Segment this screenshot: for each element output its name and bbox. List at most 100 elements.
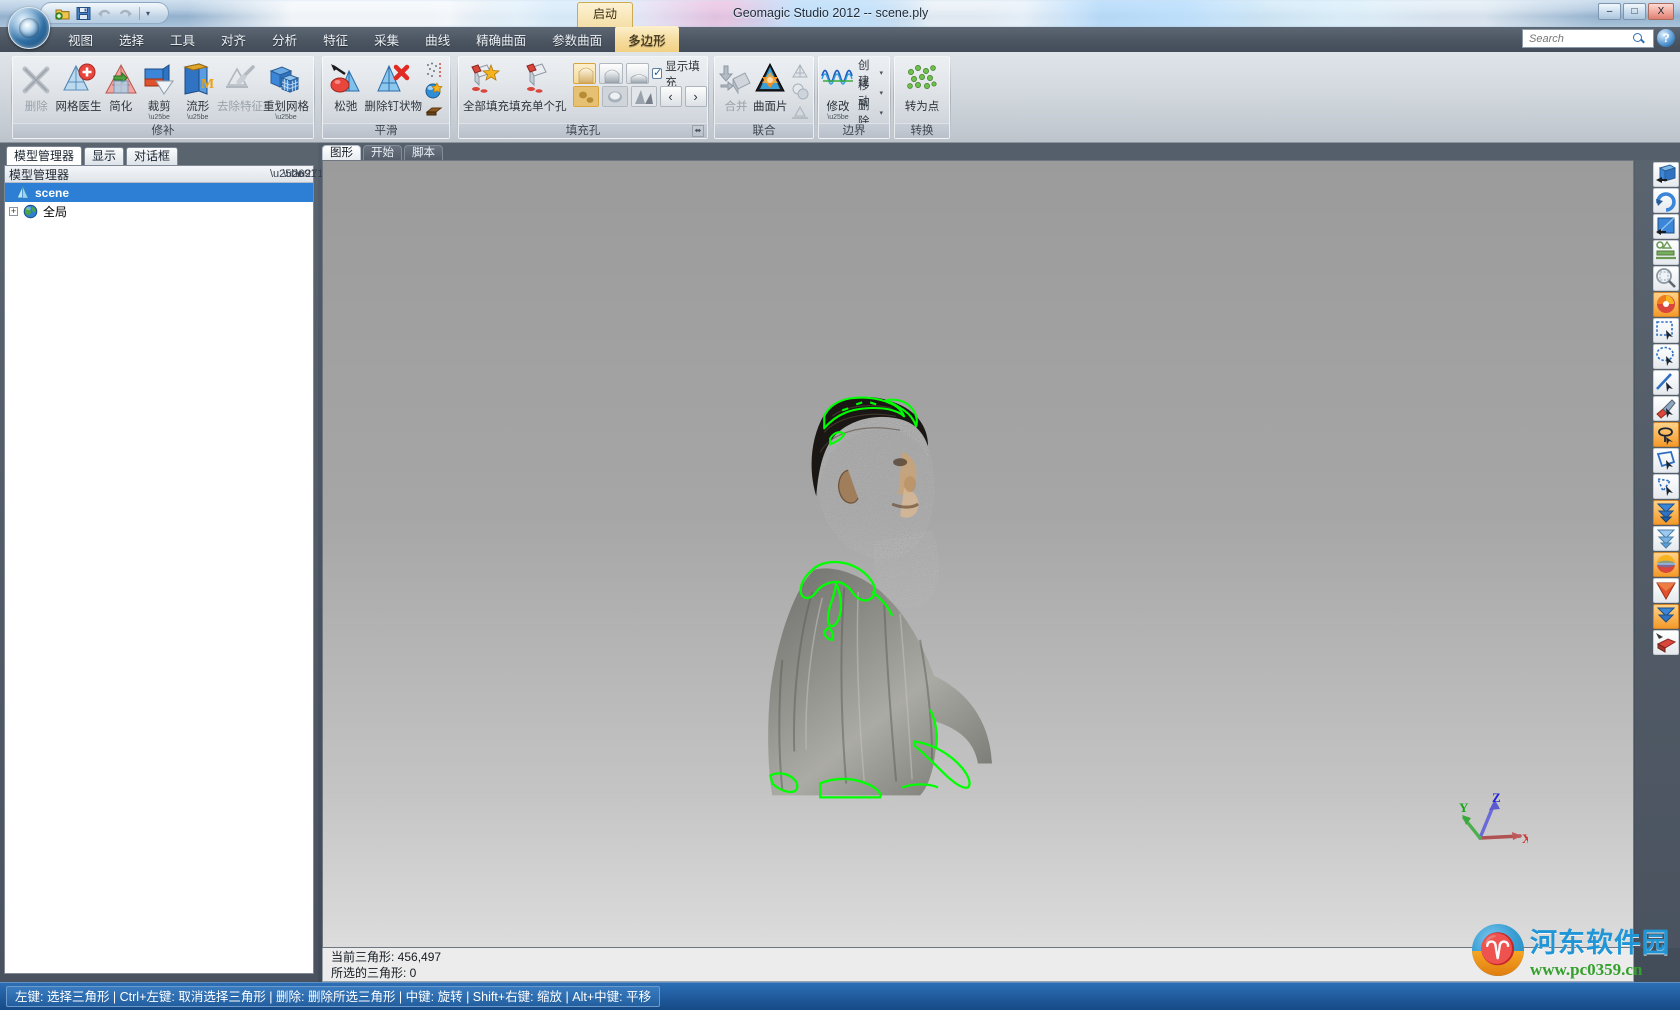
gallery-prev-button[interactable]: ‹ — [659, 86, 682, 107]
undo-icon[interactable] — [97, 6, 112, 21]
clip-plane-icon[interactable] — [1653, 630, 1679, 655]
ribbon-group-combine: 合并 曲面片 联合 — [713, 56, 815, 139]
tab-features[interactable]: 特征 — [310, 26, 361, 53]
chevron-down-icon[interactable]: ▾ — [146, 9, 150, 18]
bridge-icon[interactable] — [630, 86, 657, 107]
sandpaper-icon[interactable] — [425, 101, 443, 119]
redo-icon[interactable] — [118, 6, 133, 21]
search-box[interactable] — [1522, 29, 1654, 48]
spheres-icon[interactable] — [791, 82, 809, 100]
zoom-area-icon[interactable] — [1653, 266, 1679, 291]
align-objects-icon[interactable] — [1653, 240, 1679, 265]
ribbon-button-trim[interactable]: 裁剪 \u25be — [140, 60, 179, 121]
rotate-view-icon[interactable] — [1653, 188, 1679, 213]
select-through-icon[interactable] — [1653, 500, 1679, 525]
tab-curves[interactable]: 曲线 — [412, 26, 463, 53]
tab-script[interactable]: 脚本 — [404, 145, 443, 160]
3d-viewport[interactable]: X Z Y — [322, 160, 1634, 948]
noise-reduction-icon[interactable] — [425, 61, 443, 79]
flat-fill-icon[interactable] — [625, 63, 650, 84]
ribbon-button-simplify[interactable]: 简化 — [102, 60, 141, 114]
tab-tools[interactable]: 工具 — [157, 26, 208, 53]
tab-dialog[interactable]: 对话框 — [126, 147, 179, 165]
tab-display[interactable]: 显示 — [84, 147, 125, 165]
ribbon-button-relax[interactable]: 松弛 — [327, 60, 365, 114]
tab-align[interactable]: 对齐 — [208, 26, 259, 53]
remesh-icon — [269, 63, 303, 96]
tab-parametric-surface[interactable]: 参数曲面 — [539, 26, 615, 53]
search-input[interactable] — [1527, 31, 1632, 46]
boundary-delete-item[interactable]: 删除 ▾ — [858, 100, 883, 128]
select-front-icon[interactable] — [1653, 552, 1679, 577]
chevron-down-icon[interactable]: \u25be — [187, 114, 208, 121]
lasso-select-icon[interactable] — [1653, 422, 1679, 447]
tab-graphics[interactable]: 图形 — [322, 145, 361, 160]
chevron-down-icon[interactable]: \u25be — [149, 114, 170, 121]
delete-x-icon — [19, 63, 53, 96]
open-folder-icon[interactable] — [55, 6, 70, 21]
curvature-fill-icon[interactable] — [572, 63, 597, 84]
rectangle-select-icon[interactable] — [1653, 318, 1679, 343]
polygon-select-icon[interactable] — [1653, 448, 1679, 473]
freeform-select-icon[interactable] — [1653, 474, 1679, 499]
ribbon-button-modify-boundary[interactable]: 修改 \u25be — [821, 60, 855, 121]
gallery-next-button[interactable]: › — [684, 86, 707, 107]
ribbon-button-delete[interactable]: 删除 — [17, 60, 56, 114]
chevron-down-icon[interactable]: ▾ — [879, 69, 883, 77]
tree-item-global[interactable]: + 全局 — [5, 202, 313, 221]
tab-model-manager[interactable]: 模型管理器 — [6, 146, 83, 165]
tab-acquisition[interactable]: 采集 — [361, 26, 412, 53]
tab-select[interactable]: 选择 — [106, 26, 157, 53]
application-orb-button[interactable] — [8, 7, 50, 49]
fit-view-icon[interactable] — [1653, 214, 1679, 239]
tab-polygons[interactable]: 多边形 — [615, 26, 679, 53]
mesh-gray-icon[interactable] — [791, 102, 809, 120]
tab-exact-surface[interactable]: 精确曲面 — [463, 26, 539, 53]
close-button[interactable]: X — [1648, 3, 1674, 20]
ribbon-button-mesh-doctor[interactable]: 网格医生 — [56, 60, 102, 114]
pin-icon[interactable]: \u2691 — [283, 168, 317, 180]
whole-hole-icon[interactable] — [572, 86, 599, 107]
ribbon-button-fill-all[interactable]: 全部填充 — [463, 60, 509, 114]
dialog-launcher-fill-holes[interactable]: ⬌ — [692, 125, 704, 137]
partial-hole-icon[interactable] — [601, 86, 628, 107]
chevron-down-icon[interactable]: \u25be — [827, 114, 848, 121]
chevron-down-icon[interactable]: \u25be — [275, 114, 296, 121]
ellipse-select-icon[interactable] — [1653, 344, 1679, 369]
chevron-down-icon[interactable]: ▾ — [879, 89, 883, 97]
ribbon-button-remesh[interactable]: 重划网格 \u25be — [263, 60, 309, 121]
select-visible-icon[interactable] — [1653, 526, 1679, 551]
chevron-down-icon[interactable]: \u25be — [270, 168, 304, 180]
select-back-icon[interactable] — [1653, 578, 1679, 603]
tab-start[interactable]: 开始 — [363, 145, 402, 160]
sandpaper-ball-icon[interactable] — [425, 81, 443, 99]
tree-item-scene[interactable]: scene — [5, 183, 313, 202]
set-view-box-icon[interactable] — [1653, 162, 1679, 187]
help-button[interactable]: ? — [1657, 29, 1675, 47]
maximize-button[interactable]: □ — [1623, 3, 1646, 20]
tab-analysis[interactable]: 分析 — [259, 26, 310, 53]
tangent-fill-icon[interactable] — [599, 63, 623, 84]
auto-tab[interactable]: 启动 — [577, 2, 633, 27]
ribbon-button-fill-single-hole[interactable]: 填充单个孔 — [509, 60, 567, 114]
tab-view[interactable]: 视图 — [55, 26, 106, 53]
ribbon-button-merge[interactable]: 合并 — [718, 60, 753, 114]
manifold-icon: M — [181, 63, 215, 96]
save-icon[interactable] — [76, 6, 91, 21]
minimize-button[interactable]: – — [1598, 3, 1621, 20]
chevron-down-icon[interactable]: ▾ — [879, 109, 883, 117]
search-icon[interactable] — [1632, 32, 1645, 45]
close-icon[interactable]: \u2715 — [296, 168, 330, 180]
ribbon-button-convert-to-points[interactable]: 转为点 — [899, 60, 945, 114]
ribbon-button-remove-feature[interactable]: 去除特征 — [217, 60, 263, 114]
select-through-all-icon[interactable] — [1653, 604, 1679, 629]
expand-icon[interactable]: + — [9, 207, 18, 216]
rotate-center-icon[interactable] — [1653, 292, 1679, 317]
show-fill-checkbox[interactable] — [652, 66, 662, 79]
ribbon-button-manifold[interactable]: M 流形 \u25be — [179, 60, 218, 121]
line-select-icon[interactable] — [1653, 370, 1679, 395]
ribbon-button-surface-patch[interactable]: 曲面片 — [753, 60, 788, 114]
mesh-small-icon[interactable] — [791, 62, 809, 80]
ribbon-button-remove-spikes[interactable]: 删除钉状物 — [365, 60, 422, 114]
paint-select-icon[interactable] — [1653, 396, 1679, 421]
